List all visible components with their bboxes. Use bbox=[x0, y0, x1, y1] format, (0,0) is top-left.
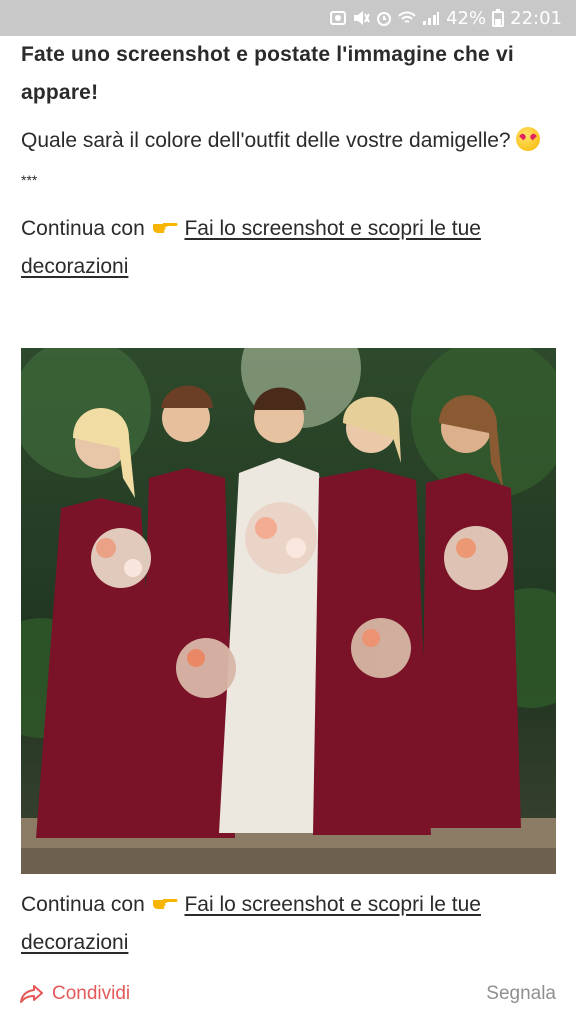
pointing-hand-icon bbox=[152, 223, 178, 233]
post-footer: Condividi Segnala bbox=[0, 972, 576, 1016]
question-text: Quale sarà il colore dell'outfit delle v… bbox=[21, 129, 511, 152]
continue-line-top: Continua con Fai lo screenshot e scopri … bbox=[21, 210, 556, 286]
wifi-icon bbox=[398, 10, 416, 26]
separator: *** bbox=[21, 172, 38, 188]
share-button[interactable]: Condividi bbox=[20, 983, 130, 1005]
battery-percent: 42% bbox=[446, 7, 487, 29]
post-content: Fate uno screenshot e postate l'immagine… bbox=[21, 36, 556, 286]
share-label: Condividi bbox=[52, 983, 131, 1004]
mute-icon bbox=[352, 10, 371, 26]
continue-prefix: Continua con bbox=[21, 217, 145, 240]
bridesmaids-photo bbox=[21, 348, 556, 874]
screenshot-icon bbox=[330, 10, 347, 26]
post-title: Fate uno screenshot e postate l'immagine… bbox=[21, 43, 514, 104]
post-question: Quale sarà il colore dell'outfit delle v… bbox=[21, 122, 556, 160]
signal-icon bbox=[422, 10, 440, 26]
heart-eyes-emoji-icon bbox=[516, 127, 541, 151]
share-arrow-icon bbox=[20, 985, 43, 1003]
alarm-icon bbox=[376, 10, 392, 26]
continue-prefix-bottom: Continua con bbox=[21, 893, 145, 916]
status-bar: 42% 22:01 bbox=[0, 0, 576, 36]
continue-line-bottom: Continua con Fai lo screenshot e scopri … bbox=[21, 886, 556, 962]
battery-icon bbox=[492, 9, 505, 27]
clock-time: 22:01 bbox=[510, 7, 562, 29]
continue-block-bottom: Continua con Fai lo screenshot e scopri … bbox=[21, 886, 556, 962]
report-button[interactable]: Segnala bbox=[486, 983, 556, 1005]
pointing-hand-icon bbox=[152, 899, 178, 909]
